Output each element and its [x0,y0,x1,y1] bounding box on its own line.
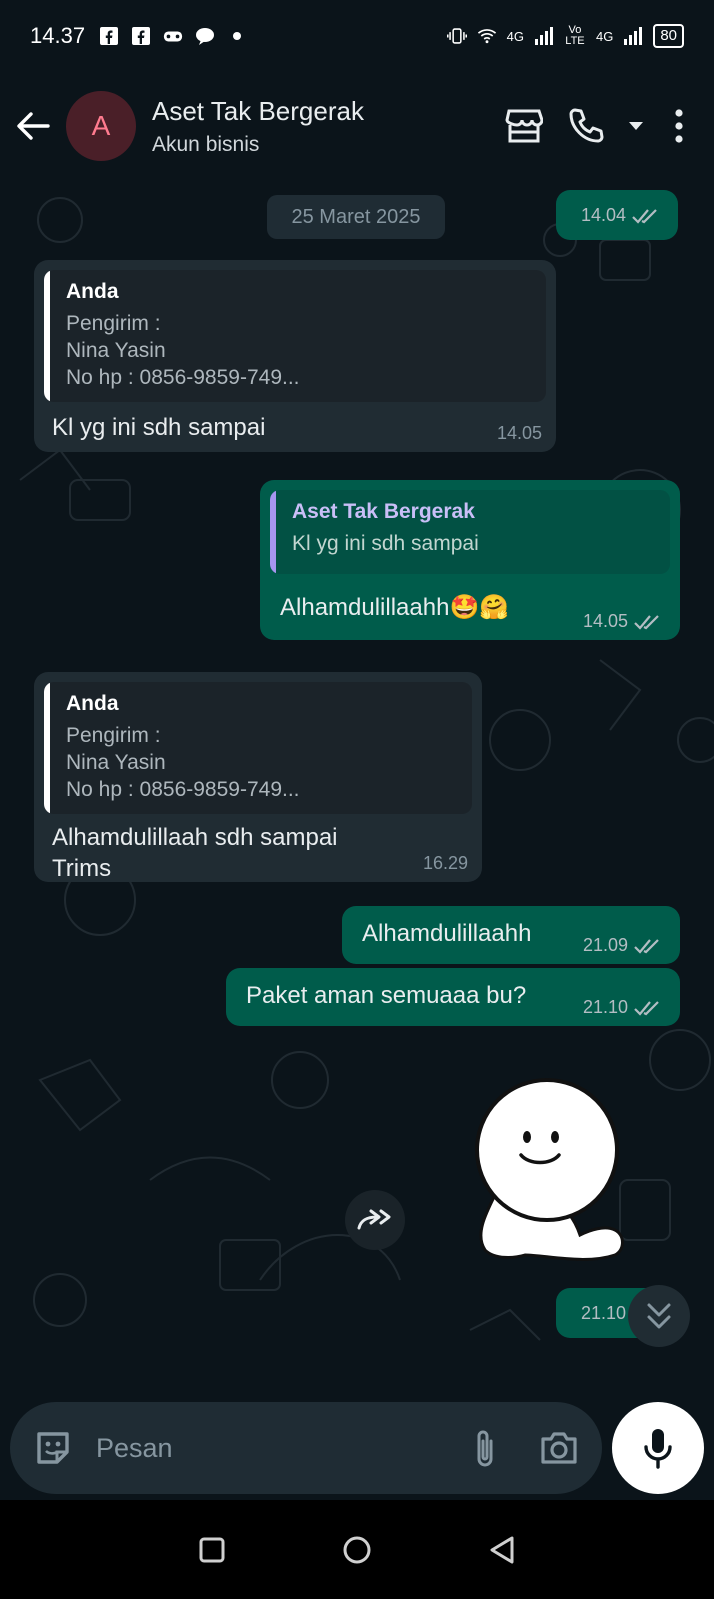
message-time: 16.29 [422,853,468,873]
scroll-down-icon[interactable] [628,1285,690,1347]
message-bubble-out[interactable]: 14.04 [556,190,678,240]
message-text-line: Trims [52,855,112,882]
message-time: 21.10 [582,997,628,1017]
read-ticks-icon [634,938,659,954]
message-time: 21.09 [582,935,628,955]
wifi-icon [477,26,497,46]
volte-label: Vo LTE [565,24,585,47]
forward-icon[interactable] [345,1190,405,1250]
read-ticks-icon [634,1000,659,1016]
network-4g-1: 4G [506,28,524,44]
status-bar: 14.37 4G Vo LTE 4G 80 [0,0,714,72]
read-ticks-icon [634,614,659,630]
read-ticks-icon [632,208,657,224]
mic-icon [644,1429,672,1469]
quote-line: Nina Yasin [66,751,166,774]
battery-indicator: 80 [653,24,684,48]
message-bubble-out[interactable]: Aset Tak Bergerak Kl yg ini sdh sampai A… [260,480,680,640]
contact-subtitle: Akun bisnis [152,132,260,156]
date-chip: 25 Maret 2025 [267,195,445,239]
chat-bubble-icon [195,26,215,46]
message-bubble-in[interactable]: Anda Pengirim : Nina Yasin No hp : 0856-… [34,672,482,882]
chat-area[interactable]: 14.04 25 Maret 2025 Anda Pengirim : Nina… [0,180,714,1380]
recent-apps-icon[interactable] [192,1530,232,1570]
quote-author: Aset Tak Bergerak [292,500,475,523]
composer: Pesan [0,1380,714,1500]
message-input[interactable]: Pesan [96,1433,434,1464]
signal-icon [534,26,554,46]
quoted-message[interactable]: Anda Pengirim : Nina Yasin No hp : 0856-… [44,682,472,814]
message-input-bar[interactable]: Pesan [10,1402,602,1494]
signal-icon [623,26,643,46]
status-time: 14.37 [30,23,86,48]
game-icon [163,26,183,46]
vibrate-icon [446,26,467,46]
message-time: 21.10 [580,1303,626,1323]
quote-line: No hp : 0856-9859-749... [66,778,300,801]
quote-line: Pengirim : [66,312,161,335]
chat-header: A Aset Tak Bergerak Akun bisnis [0,72,714,180]
dropdown-icon[interactable] [626,104,646,148]
attach-icon[interactable] [462,1425,508,1471]
sticker-icon[interactable] [30,1425,76,1471]
smiley-sticker[interactable] [455,1075,635,1265]
message-time: 14.05 [496,423,542,443]
network-4g-2: 4G [595,28,614,44]
camera-icon[interactable] [536,1425,582,1471]
quote-line: No hp : 0856-9859-749... [66,366,300,389]
more-icon[interactable] [664,104,694,148]
facebook-icon [99,26,119,46]
quote-line: Pengirim : [66,724,161,747]
contact-name[interactable]: Aset Tak Bergerak [152,96,364,127]
contact-info[interactable]: Aset Tak Bergerak Akun bisnis [152,96,364,157]
mic-button[interactable] [612,1402,704,1494]
message-bubble-out[interactable]: Alhamdulillaahh 21.09 [342,906,680,964]
facebook-icon [131,26,151,46]
quote-line: Kl yg ini sdh sampai [292,532,479,555]
quote-line: Nina Yasin [66,339,166,362]
phone-icon[interactable] [564,104,608,148]
system-nav-bar [0,1500,714,1599]
back-nav-icon[interactable] [482,1530,522,1570]
quoted-message[interactable]: Aset Tak Bergerak Kl yg ini sdh sampai [270,490,670,574]
quote-author: Anda [66,692,119,715]
home-icon[interactable] [337,1530,377,1570]
shop-icon[interactable] [502,104,546,148]
message-text: Kl yg ini sdh sampai [52,414,266,441]
message-time: 14.04 [580,205,626,225]
back-arrow-icon[interactable] [0,96,66,156]
message-bubble-out[interactable]: Paket aman semuaaa bu? 21.10 [226,968,680,1026]
message-time: 14.05 [582,611,628,631]
message-bubble-in[interactable]: Anda Pengirim : Nina Yasin No hp : 0856-… [34,260,556,452]
avatar[interactable]: A [66,91,136,161]
dot-icon [227,26,247,46]
message-text-line: Alhamdulillaah sdh sampai [52,824,338,851]
quote-author: Anda [66,280,119,303]
quoted-message[interactable]: Anda Pengirim : Nina Yasin No hp : 0856-… [44,270,546,402]
